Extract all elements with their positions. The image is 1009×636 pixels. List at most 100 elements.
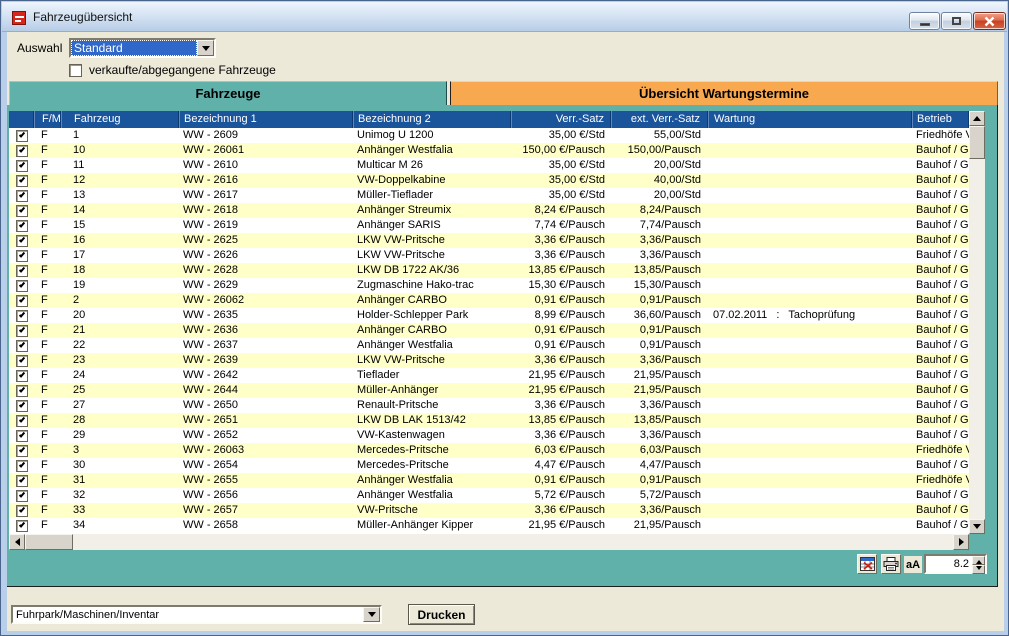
row-checkbox[interactable] xyxy=(16,175,28,187)
row-checkbox[interactable] xyxy=(16,160,28,172)
col-header-betrieb[interactable]: Betrieb xyxy=(912,111,969,128)
row-checkbox[interactable] xyxy=(16,415,28,427)
cell-fm: F xyxy=(34,203,61,218)
verkaufte-checkbox[interactable] xyxy=(69,64,82,77)
cell-fm: F xyxy=(34,368,61,383)
print-icon-button[interactable] xyxy=(881,554,901,574)
col-header-fm[interactable]: F/M xyxy=(34,111,61,128)
table-row[interactable]: F 10 WW - 26061 Anhänger Westfalia 150,0… xyxy=(9,143,969,158)
cell-verr-satz: 3,36 €/Pausch xyxy=(511,398,611,413)
table-row[interactable]: F 21 WW - 2636 Anhänger CARBO 0,91 €/Pau… xyxy=(9,323,969,338)
table-row[interactable]: F 11 WW - 2610 Multicar M 26 35,00 €/Std… xyxy=(9,158,969,173)
row-checkbox[interactable] xyxy=(16,205,28,217)
row-checkbox[interactable] xyxy=(16,340,28,352)
table-row[interactable]: F 17 WW - 2626 LKW VW-Pritsche 3,36 €/Pa… xyxy=(9,248,969,263)
cell-bezeichnung2: Mercedes-Pritsche xyxy=(353,458,511,473)
table-row[interactable]: F 1 WW - 2609 Unimog U 1200 35,00 €/Std … xyxy=(9,128,969,143)
table-row[interactable]: F 31 WW - 2655 Anhänger Westfalia 0,91 €… xyxy=(9,473,969,488)
table-row[interactable]: F 13 WW - 2617 Müller-Tieflader 35,00 €/… xyxy=(9,188,969,203)
cell-betrieb: Bauhof / Gärt xyxy=(912,368,969,383)
check-icon xyxy=(18,296,24,302)
row-checkbox[interactable] xyxy=(16,250,28,262)
vertical-scrollbar[interactable] xyxy=(969,111,985,534)
report-dropdown-button[interactable] xyxy=(363,607,380,622)
table-row[interactable]: F 25 WW - 2644 Müller-Anhänger 21,95 €/P… xyxy=(9,383,969,398)
titlebar[interactable]: Fahrzeugübersicht xyxy=(2,2,1007,32)
row-checkbox[interactable] xyxy=(16,490,28,502)
table-row[interactable]: F 20 WW - 2635 Holder-Schlepper Park 8,9… xyxy=(9,308,969,323)
table-row[interactable]: F 24 WW - 2642 Tieflader 21,95 €/Pausch … xyxy=(9,368,969,383)
table-row[interactable]: F 28 WW - 2651 LKW DB LAK 1513/42 13,85 … xyxy=(9,413,969,428)
row-checkbox[interactable] xyxy=(16,355,28,367)
row-checkbox[interactable] xyxy=(16,505,28,517)
table-row[interactable]: F 14 WW - 2618 Anhänger Streumix 8,24 €/… xyxy=(9,203,969,218)
horizontal-scrollbar[interactable] xyxy=(9,534,969,550)
col-header-wartung[interactable]: Wartung xyxy=(708,111,912,128)
table-row[interactable]: F 22 WW - 2637 Anhänger Westfalia 0,91 €… xyxy=(9,338,969,353)
row-checkbox[interactable] xyxy=(16,190,28,202)
table-row[interactable]: F 27 WW - 2650 Renault-Pritsche 3,36 €/P… xyxy=(9,398,969,413)
scroll-left-button[interactable] xyxy=(9,534,25,550)
row-checkbox[interactable] xyxy=(16,520,28,532)
row-checkbox[interactable] xyxy=(16,325,28,337)
row-checkbox[interactable] xyxy=(16,280,28,292)
table-row[interactable]: F 33 WW - 2657 VW-Pritsche 3,36 €/Pausch… xyxy=(9,503,969,518)
vertical-scrollbar-thumb[interactable] xyxy=(969,126,985,159)
table-row[interactable]: F 2 WW - 26062 Anhänger CARBO 0,91 €/Pau… xyxy=(9,293,969,308)
spinner-down-button[interactable] xyxy=(972,565,985,574)
row-checkbox[interactable] xyxy=(16,400,28,412)
cell-bezeichnung2: Tieflader xyxy=(353,368,511,383)
row-checkbox[interactable] xyxy=(16,145,28,157)
row-checkbox[interactable] xyxy=(16,265,28,277)
auswahl-dropdown-button[interactable] xyxy=(197,40,214,56)
table-row[interactable]: F 19 WW - 2629 Zugmaschine Hako-trac 15,… xyxy=(9,278,969,293)
arrow-down-icon xyxy=(976,566,982,573)
row-checkbox[interactable] xyxy=(16,130,28,142)
table-row[interactable]: F 23 WW - 2639 LKW VW-Pritsche 3,36 €/Pa… xyxy=(9,353,969,368)
row-checkbox[interactable] xyxy=(16,295,28,307)
scroll-right-button[interactable] xyxy=(953,534,969,550)
col-header-verr-satz[interactable]: Verr.-Satz xyxy=(511,111,611,128)
row-checkbox[interactable] xyxy=(16,475,28,487)
table-row[interactable]: F 34 WW - 2658 Müller-Anhänger Kipper 21… xyxy=(9,518,969,533)
tab-wartungstermine[interactable]: Übersicht Wartungstermine xyxy=(450,81,998,105)
row-checkbox[interactable] xyxy=(16,220,28,232)
tab-fahrzeuge[interactable]: Fahrzeuge xyxy=(9,81,447,105)
row-checkbox[interactable] xyxy=(16,460,28,472)
table-row[interactable]: F 16 WW - 2625 LKW VW-Pritsche 3,36 €/Pa… xyxy=(9,233,969,248)
col-header-fahrzeug[interactable]: Fahrzeug xyxy=(61,111,179,128)
table-row[interactable]: F 32 WW - 2656 Anhänger Westfalia 5,72 €… xyxy=(9,488,969,503)
spinner-up-button[interactable] xyxy=(972,556,985,565)
row-checkbox[interactable] xyxy=(16,310,28,322)
col-header-bezeichnung1[interactable]: Bezeichnung 1 xyxy=(179,111,353,128)
vehicle-table: F/M Fahrzeug Bezeichnung 1 Bezeichnung 2… xyxy=(9,111,969,534)
close-button[interactable] xyxy=(973,12,1006,30)
drucken-button[interactable]: Drucken xyxy=(408,604,475,625)
row-checkbox[interactable] xyxy=(16,430,28,442)
col-header-select[interactable] xyxy=(9,111,34,128)
row-checkbox[interactable] xyxy=(16,370,28,382)
table-row[interactable]: F 3 WW - 26063 Mercedes-Pritsche 6,03 €/… xyxy=(9,443,969,458)
table-row[interactable]: F 15 WW - 2619 Anhänger SARIS 7,74 €/Pau… xyxy=(9,218,969,233)
report-combobox[interactable]: Fuhrpark/Maschinen/Inventar xyxy=(11,605,382,624)
maximize-button[interactable] xyxy=(941,12,972,30)
scroll-down-button[interactable] xyxy=(969,519,985,534)
table-row[interactable]: F 29 WW - 2652 VW-Kastenwagen 3,36 €/Pau… xyxy=(9,428,969,443)
cell-wartung xyxy=(708,293,912,308)
table-row[interactable]: F 30 WW - 2654 Mercedes-Pritsche 4,47 €/… xyxy=(9,458,969,473)
font-size-icon[interactable]: aA xyxy=(904,556,922,573)
minimize-button[interactable] xyxy=(909,12,940,30)
table-row[interactable]: F 18 WW - 2628 LKW DB 1722 AK/36 13,85 €… xyxy=(9,263,969,278)
table-row[interactable]: F 12 WW - 2616 VW-Doppelkabine 35,00 €/S… xyxy=(9,173,969,188)
col-header-ext-verr-satz[interactable]: ext. Verr.-Satz xyxy=(611,111,708,128)
export-button[interactable] xyxy=(857,554,877,574)
row-checkbox[interactable] xyxy=(16,385,28,397)
horizontal-scrollbar-thumb[interactable] xyxy=(25,534,73,550)
row-checkbox[interactable] xyxy=(16,445,28,457)
cell-wartung xyxy=(708,188,912,203)
font-size-spinner[interactable]: 8.2 xyxy=(924,554,987,574)
auswahl-combobox[interactable]: Standard xyxy=(69,38,216,58)
row-checkbox[interactable] xyxy=(16,235,28,247)
col-header-bezeichnung2[interactable]: Bezeichnung 2 xyxy=(353,111,511,128)
scroll-up-button[interactable] xyxy=(969,111,985,126)
